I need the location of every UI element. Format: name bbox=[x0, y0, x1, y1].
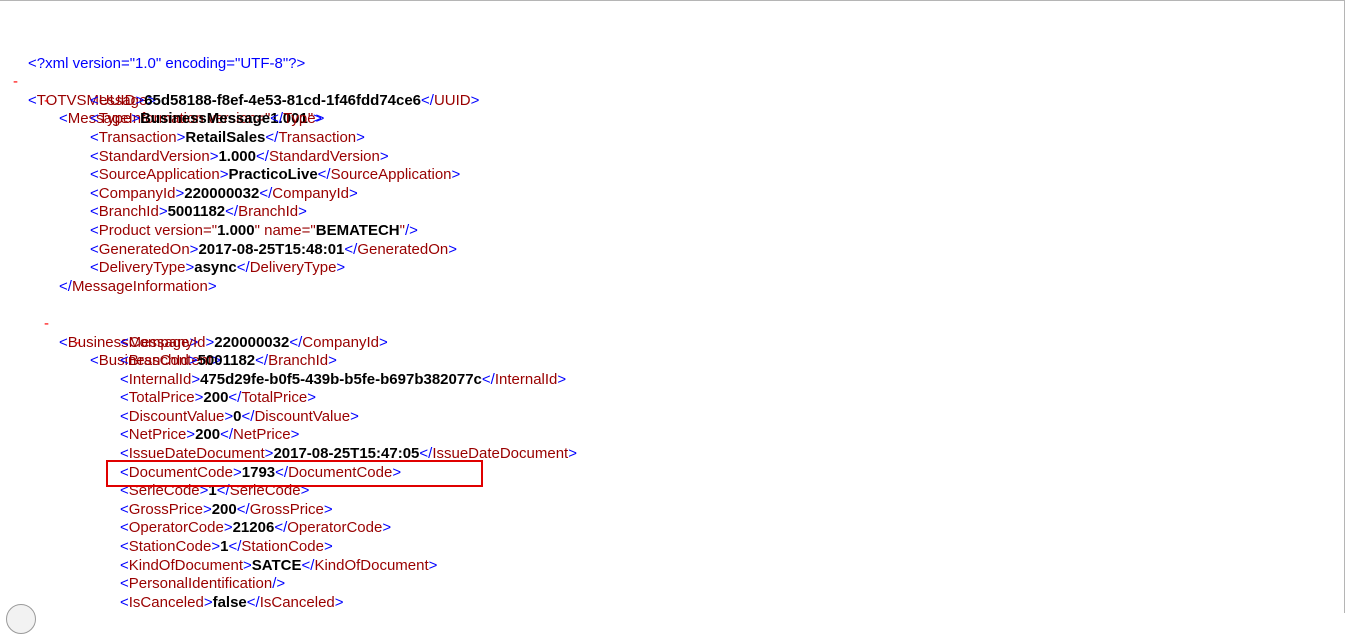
xml-line-messageinformation-open: - <MessageInformation version="1.001"> bbox=[44, 91, 322, 128]
xml-value: 200 bbox=[211, 500, 237, 518]
xml-value: 5001182 bbox=[197, 352, 256, 370]
xml-value: PracticoLive bbox=[228, 166, 318, 184]
circle-icon bbox=[6, 604, 36, 634]
xml-line-type: <Type>BusinessMessage</Type> bbox=[90, 110, 325, 128]
xml-attr-name: version=" bbox=[150, 221, 218, 239]
xml-tag: IsCanceled bbox=[259, 593, 335, 611]
xml-attr-name: " name=" bbox=[254, 221, 316, 239]
xml-tag: BranchId bbox=[128, 352, 189, 370]
xml-value: 65d58188-f8ef-4e53-81cd-1f46fdd74ce6 bbox=[144, 91, 422, 109]
xml-line-branchid: <BranchId>5001182</BranchId> bbox=[120, 352, 337, 370]
documentcode-highlight-box bbox=[106, 460, 483, 487]
xml-tag: BranchId bbox=[238, 203, 299, 221]
xml-line-personalidentification: <PersonalIdentification/> bbox=[120, 575, 286, 593]
xml-tag: UUID bbox=[98, 91, 136, 109]
xml-line-operatorcode: <OperatorCode>21206</OperatorCode> bbox=[120, 519, 392, 537]
xml-value: false bbox=[212, 593, 247, 611]
xml-tag: NetPrice bbox=[233, 426, 291, 444]
xml-tag: StandardVersion bbox=[98, 147, 210, 165]
xml-value: RetailSales bbox=[185, 128, 266, 146]
xml-tag: InternalId bbox=[494, 370, 558, 388]
xml-tag: GeneratedOn bbox=[98, 240, 190, 258]
xml-tag: CompanyId bbox=[98, 184, 176, 202]
xml-tag: InternalId bbox=[128, 370, 192, 388]
xml-line-kindofdocument: <KindOfDocument>SATCE</KindOfDocument> bbox=[120, 556, 438, 574]
xml-line-branchid: <BranchId>5001182</BranchId> bbox=[90, 203, 307, 221]
xml-tag: StationCode bbox=[241, 538, 324, 556]
xml-value: 220000032 bbox=[184, 184, 260, 202]
xml-tag: KindOfDocument bbox=[314, 556, 429, 574]
xml-tag: TotalPrice bbox=[128, 389, 195, 407]
xml-tag: BranchId bbox=[268, 352, 329, 370]
xml-line-generatedon: <GeneratedOn>2017-08-25T15:48:01</Genera… bbox=[90, 240, 457, 258]
xml-value: 1.000 bbox=[218, 147, 256, 165]
xml-tag: OperatorCode bbox=[128, 519, 224, 537]
xml-tag: KindOfDocument bbox=[128, 556, 243, 574]
xml-tag: UUID bbox=[433, 91, 471, 109]
xml-tag: DeliveryType bbox=[249, 259, 337, 277]
xml-line-uuid: <UUID>65d58188-f8ef-4e53-81cd-1f46fdd74c… bbox=[90, 91, 480, 109]
xml-value: async bbox=[194, 259, 237, 277]
xml-value: BusinessMessage bbox=[140, 110, 271, 128]
xml-line-iscanceled: <IsCanceled>false</IsCanceled> bbox=[120, 593, 344, 611]
xml-tag: NetPrice bbox=[128, 426, 187, 444]
xml-line-netprice: <NetPrice>200</NetPrice> bbox=[120, 426, 300, 444]
xml-tag: Transaction bbox=[278, 128, 357, 146]
xml-line-standardversion: <StandardVersion>1.000</StandardVersion> bbox=[90, 147, 389, 165]
xml-tag: OperatorCode bbox=[287, 519, 383, 537]
xml-line-messageinformation-close: </MessageInformation> bbox=[59, 277, 217, 295]
xml-tag: StandardVersion bbox=[268, 147, 380, 165]
xml-line-totalprice: <TotalPrice>200</TotalPrice> bbox=[120, 389, 316, 407]
xml-tag: GeneratedOn bbox=[357, 240, 449, 258]
xml-line-discountvalue: <DiscountValue>0</DiscountValue> bbox=[120, 407, 359, 425]
xml-value: 475d29fe-b0f5-439b-b5fe-b697b382077c bbox=[200, 370, 482, 388]
xml-tag: StationCode bbox=[128, 538, 212, 556]
xml-tag: IsCanceled bbox=[128, 593, 204, 611]
xml-value: 200 bbox=[195, 426, 221, 444]
xml-tag: CompanyId bbox=[272, 184, 349, 202]
xml-line-product: <Product version="1.000" name="BEMATECH"… bbox=[90, 221, 418, 239]
window-top-border bbox=[0, 0, 1345, 1]
xml-line-internalid: <InternalId>475d29fe-b0f5-439b-b5fe-b697… bbox=[120, 370, 567, 388]
xml-value: 21206 bbox=[232, 519, 275, 537]
xml-line-grossprice: <GrossPrice>200</GrossPrice> bbox=[120, 500, 333, 518]
xml-line-stationcode: <StationCode>1</StationCode> bbox=[120, 538, 333, 556]
xml-line-transaction: <Transaction>RetailSales</Transaction> bbox=[90, 128, 365, 146]
xml-value: 2017-08-25T15:48:01 bbox=[198, 240, 345, 258]
xml-value: 0 bbox=[233, 407, 242, 425]
xml-tag: TotalPrice bbox=[241, 389, 308, 407]
xml-value: SATCE bbox=[251, 556, 302, 574]
xml-declaration-line: <?xml version="1.0" encoding="UTF-8"?> bbox=[0, 36, 1340, 72]
xml-line-companyid: <CompanyId>220000032</CompanyId> bbox=[120, 333, 388, 351]
xml-line-deliverytype: <DeliveryType>async</DeliveryType> bbox=[90, 259, 346, 277]
xml-tag: BranchId bbox=[98, 203, 159, 221]
xml-tree-view[interactable]: <?xml version="1.0" encoding="UTF-8"?> -… bbox=[0, 36, 1340, 612]
xml-tag: SourceApplication bbox=[98, 166, 220, 184]
xml-line-sourceapplication: <SourceApplication>PracticoLive</SourceA… bbox=[90, 166, 461, 184]
xml-tag: CompanyId bbox=[302, 333, 379, 351]
xml-tag: MessageInformation bbox=[71, 277, 208, 295]
xml-value: 200 bbox=[203, 389, 229, 407]
xml-tag: Type bbox=[98, 110, 132, 128]
xml-value: 5001182 bbox=[167, 203, 226, 221]
xml-tag: CompanyId bbox=[128, 333, 206, 351]
xml-tag: DiscountValue bbox=[254, 407, 351, 425]
xml-line-companyid: <CompanyId>220000032</CompanyId> bbox=[90, 184, 358, 202]
xml-line-totvsmessage-open: - <TOTVSMessage> bbox=[13, 73, 157, 109]
xml-attr-value: BEMATECH bbox=[315, 221, 400, 239]
xml-line-businesscontent-open: - <BusinessContent> bbox=[75, 333, 221, 370]
xml-tag: Transaction bbox=[98, 128, 177, 146]
xml-tag: DeliveryType bbox=[98, 259, 186, 277]
xml-tag: Product bbox=[98, 221, 151, 239]
xml-tag: GrossPrice bbox=[128, 500, 203, 518]
xml-line-businessmessage-open: - <BusinessMessage> bbox=[44, 314, 199, 351]
xml-tag: GrossPrice bbox=[249, 500, 324, 518]
xml-tag: PersonalIdentification bbox=[128, 575, 273, 593]
xml-attr-value: 1.000 bbox=[217, 221, 255, 239]
xml-tag: Type bbox=[283, 110, 316, 128]
xml-value: 220000032 bbox=[214, 333, 290, 351]
xml-tag: DiscountValue bbox=[128, 407, 225, 425]
xml-tag: SourceApplication bbox=[330, 166, 452, 184]
